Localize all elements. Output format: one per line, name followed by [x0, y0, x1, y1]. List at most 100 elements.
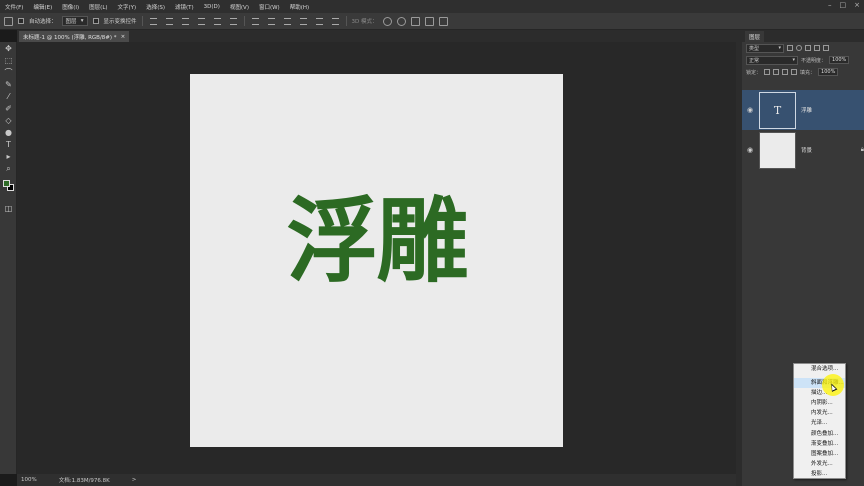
document-canvas[interactable]: 浮雕	[190, 74, 563, 447]
move-tool-icon[interactable]	[4, 16, 13, 26]
distribute-left-icon[interactable]	[299, 17, 307, 25]
menu-item-inner-glow[interactable]: 内发光...	[794, 408, 845, 418]
layer-row-text[interactable]: ◉ T 浮雕	[742, 90, 864, 130]
filter-pixel-icon[interactable]	[787, 45, 793, 51]
eyedropper-tool-icon[interactable]: ⁄	[3, 92, 14, 102]
menu-item-satin[interactable]: 光泽...	[794, 418, 845, 428]
menu-layer[interactable]: 图层(L)	[84, 3, 112, 11]
filter-type-icon[interactable]	[805, 45, 811, 51]
chevron-down-icon: ▾	[792, 57, 795, 63]
distribute-vcenter-icon[interactable]	[267, 17, 275, 25]
filter-kind-value: 类型	[749, 45, 760, 52]
layer-row-background[interactable]: ◉ 背景 🔒︎	[742, 130, 864, 170]
3d-slide-icon[interactable]	[424, 16, 434, 26]
filter-adjustment-icon[interactable]	[796, 45, 802, 51]
menu-item-pattern-overlay[interactable]: 图案叠加...	[794, 449, 845, 459]
lock-position-icon[interactable]	[782, 69, 789, 75]
menu-image[interactable]: 图像(I)	[57, 3, 84, 11]
align-hcenter-icon[interactable]	[213, 17, 221, 25]
eye-icon[interactable]: ◉	[747, 146, 755, 154]
menu-item-inner-shadow[interactable]: 内阴影...	[794, 398, 845, 408]
3d-roll-icon[interactable]	[396, 16, 406, 26]
options-bar: 自动选择： 图层 ▾ 显示变换控件 3D 模式：	[0, 13, 864, 30]
menu-item-outer-glow[interactable]: 外发光...	[794, 459, 845, 469]
type-tool-icon[interactable]: T	[3, 140, 14, 150]
3d-pan-icon[interactable]	[410, 16, 420, 26]
lock-image-icon[interactable]	[773, 69, 780, 75]
show-transform-checkbox[interactable]	[92, 18, 99, 24]
document-tab-title: 未标题-1 @ 100% (浮雕, RGB/8#) *	[23, 34, 117, 41]
eraser-tool-icon[interactable]: ◇	[3, 116, 14, 126]
chevron-down-icon: ▾	[80, 18, 84, 24]
menu-item-drop-shadow[interactable]: 投影...	[794, 469, 845, 479]
filter-smart-object-icon[interactable]	[823, 45, 829, 51]
move-tool-icon[interactable]: ✥	[3, 44, 14, 54]
minimize-button[interactable]: –	[828, 1, 832, 9]
align-bottom-icon[interactable]	[181, 17, 189, 25]
quick-mask-icon[interactable]: ◫	[3, 204, 14, 214]
3d-mode-label: 3D 模式：	[351, 19, 378, 25]
align-left-icon[interactable]	[197, 17, 205, 25]
path-select-tool-icon[interactable]: ▸	[3, 152, 14, 162]
separator	[345, 16, 347, 26]
align-top-icon[interactable]	[149, 17, 157, 25]
lock-transparent-icon[interactable]	[764, 69, 771, 75]
auto-select-checkbox[interactable]	[18, 18, 24, 24]
layer-name[interactable]: 浮雕	[801, 106, 812, 114]
menu-3d[interactable]: 3D(D)	[199, 4, 225, 10]
lock-all-icon[interactable]	[791, 69, 798, 75]
canvas-workspace[interactable]: 浮雕	[17, 42, 736, 474]
lock-label: 锁定：	[746, 69, 762, 76]
menu-type[interactable]: 文字(Y)	[113, 3, 142, 11]
lock-fill-row: 锁定： 填充： 100%	[742, 66, 864, 78]
layer-name[interactable]: 背景	[801, 146, 812, 154]
layer-filter-row: 类型 ▾	[742, 42, 864, 54]
blend-mode-value: 正常	[749, 57, 760, 64]
align-right-icon[interactable]	[229, 17, 237, 25]
3d-rotate-icon[interactable]	[382, 16, 392, 26]
foreground-color-swatch[interactable]	[3, 180, 10, 187]
lasso-tool-icon[interactable]: ⌒	[3, 68, 14, 78]
distribute-hcenter-icon[interactable]	[315, 17, 323, 25]
brush-tool-icon[interactable]: ✐	[3, 104, 14, 114]
distribute-top-icon[interactable]	[251, 17, 259, 25]
zoom-level[interactable]: 100%	[21, 477, 37, 483]
maximize-button[interactable]: □	[840, 1, 847, 9]
opacity-field[interactable]: 100%	[829, 56, 850, 64]
close-button[interactable]: ×	[854, 1, 860, 9]
menu-select[interactable]: 选择(S)	[141, 3, 170, 11]
filter-kind-dropdown[interactable]: 类型 ▾	[746, 43, 784, 53]
chevron-down-icon: ▾	[778, 45, 781, 51]
dodge-tool-icon[interactable]: ●	[3, 128, 14, 138]
menu-view[interactable]: 视图(V)	[225, 3, 254, 11]
3d-scale-icon[interactable]	[438, 16, 448, 26]
menu-window[interactable]: 窗口(W)	[254, 3, 285, 11]
menu-edit[interactable]: 编辑(E)	[28, 3, 57, 11]
menu-file[interactable]: 文件(F)	[0, 3, 28, 11]
document-tab[interactable]: 未标题-1 @ 100% (浮雕, RGB/8#) * ×	[19, 31, 130, 42]
menu-item-blending-options[interactable]: 混合选项...	[794, 364, 845, 374]
auto-select-dropdown[interactable]: 图层 ▾	[61, 16, 88, 26]
tab-layers[interactable]: 图层	[745, 31, 765, 42]
distribute-bottom-icon[interactable]	[283, 17, 291, 25]
close-icon[interactable]: ×	[121, 34, 126, 40]
canvas-text-layer[interactable]: 浮雕	[190, 192, 563, 292]
marquee-tool-icon[interactable]: ⬚	[3, 56, 14, 66]
blend-mode-dropdown[interactable]: 正常 ▾	[746, 55, 798, 65]
zoom-tool-icon[interactable]: ⌕	[3, 164, 14, 174]
filter-shape-icon[interactable]	[814, 45, 820, 51]
fill-field[interactable]: 100%	[818, 68, 839, 76]
align-vcenter-icon[interactable]	[165, 17, 173, 25]
menu-item-color-overlay[interactable]: 颜色叠加...	[794, 429, 845, 439]
menu-item-gradient-overlay[interactable]: 渐变叠加...	[794, 439, 845, 449]
menu-help[interactable]: 帮助(H)	[285, 3, 314, 11]
background-layer-thumbnail	[759, 131, 796, 169]
panel-tab-bar: 图层	[742, 30, 864, 42]
eye-icon[interactable]: ◉	[747, 106, 755, 114]
distribute-right-icon[interactable]	[331, 17, 339, 25]
status-bar: 100% 文档:1.83M/976.8K >	[17, 474, 736, 486]
window-controls: – □ ×	[828, 1, 860, 9]
menu-filter[interactable]: 滤镜(T)	[170, 3, 199, 11]
status-arrow-icon[interactable]: >	[132, 477, 137, 483]
quick-select-tool-icon[interactable]: ✎	[3, 80, 14, 90]
